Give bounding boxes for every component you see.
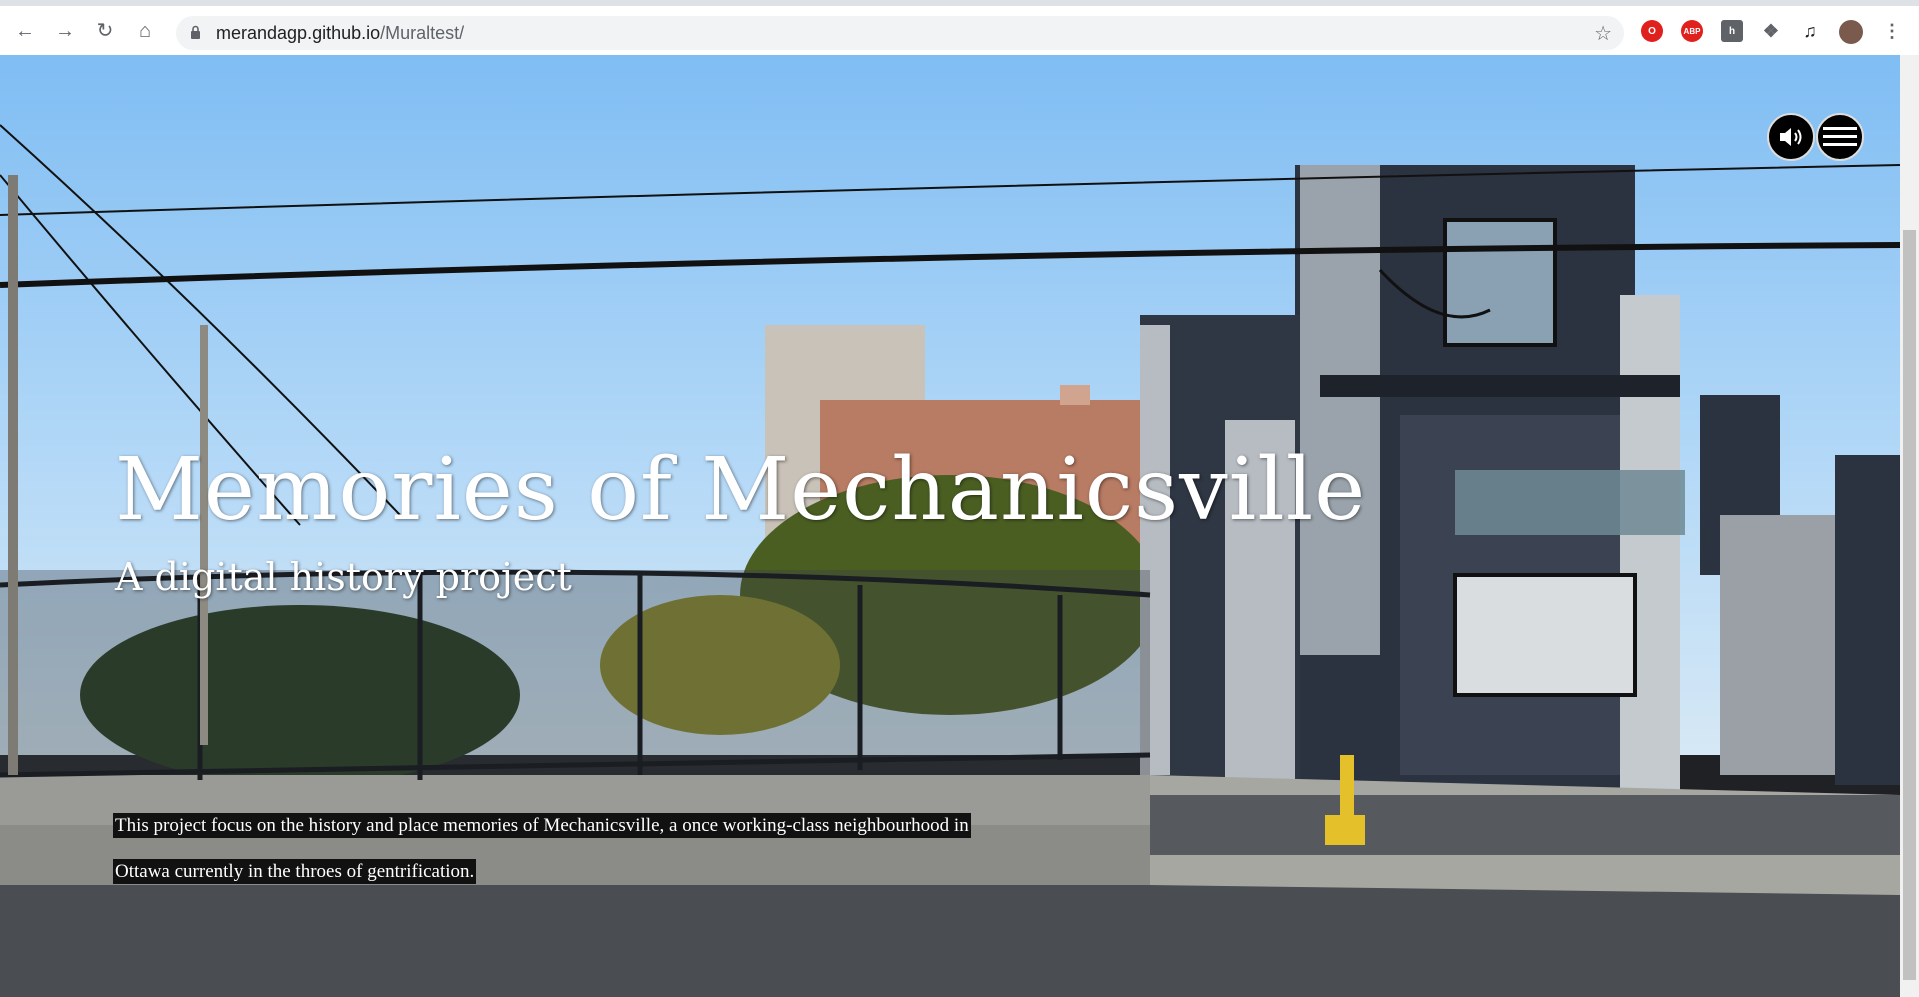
speaker-icon: [1780, 128, 1802, 146]
page-viewport: Memories of Mechanicsville A digital his…: [0, 55, 1900, 997]
back-arrow-icon[interactable]: ←: [12, 18, 38, 44]
hypothesis-extension-icon[interactable]: h: [1721, 20, 1743, 42]
lock-icon: [191, 25, 200, 39]
scrollbar-thumb[interactable]: [1903, 230, 1916, 980]
hero-subtitle: A digital history project: [115, 555, 572, 599]
toolbar: ← → ↻ ⌂ merandagp.github.io/Muraltest/ ☆…: [0, 6, 1919, 56]
profile-avatar[interactable]: [1839, 20, 1863, 44]
page-scrollbar[interactable]: [1900, 55, 1919, 997]
forward-arrow-icon[interactable]: →: [52, 18, 78, 44]
adblock-extension-icon[interactable]: ABP: [1681, 20, 1703, 42]
address-bar[interactable]: merandagp.github.io/Muraltest/ ☆: [176, 16, 1624, 50]
url-text: merandagp.github.io/Muraltest/: [216, 23, 464, 44]
hamburger-menu-icon: [1823, 127, 1857, 146]
star-icon[interactable]: ☆: [1594, 21, 1612, 46]
browser-chrome: ← → ↻ ⌂ merandagp.github.io/Muraltest/ ☆…: [0, 0, 1919, 56]
hero-description: This project focus on the history and pl…: [113, 803, 973, 895]
hero-title: Memories of Mechanicsville: [115, 440, 1367, 540]
abp-label: ABP: [1683, 26, 1701, 36]
media-control-icon[interactable]: ♫: [1799, 20, 1821, 42]
kebab-menu-icon[interactable]: ⋮: [1881, 20, 1903, 42]
url-host: merandagp.github.io: [216, 23, 381, 43]
menu-toggle-button[interactable]: [1816, 113, 1864, 161]
hero-description-text: This project focus on the history and pl…: [113, 813, 971, 884]
home-icon[interactable]: ⌂: [132, 18, 158, 44]
url-path: /Muraltest/: [380, 23, 465, 43]
puzzle-extension-icon[interactable]: ❖: [1760, 20, 1782, 42]
opera-extension-icon[interactable]: O: [1641, 20, 1663, 42]
sound-toggle-button[interactable]: [1767, 113, 1815, 161]
reload-icon[interactable]: ↻: [92, 18, 118, 44]
